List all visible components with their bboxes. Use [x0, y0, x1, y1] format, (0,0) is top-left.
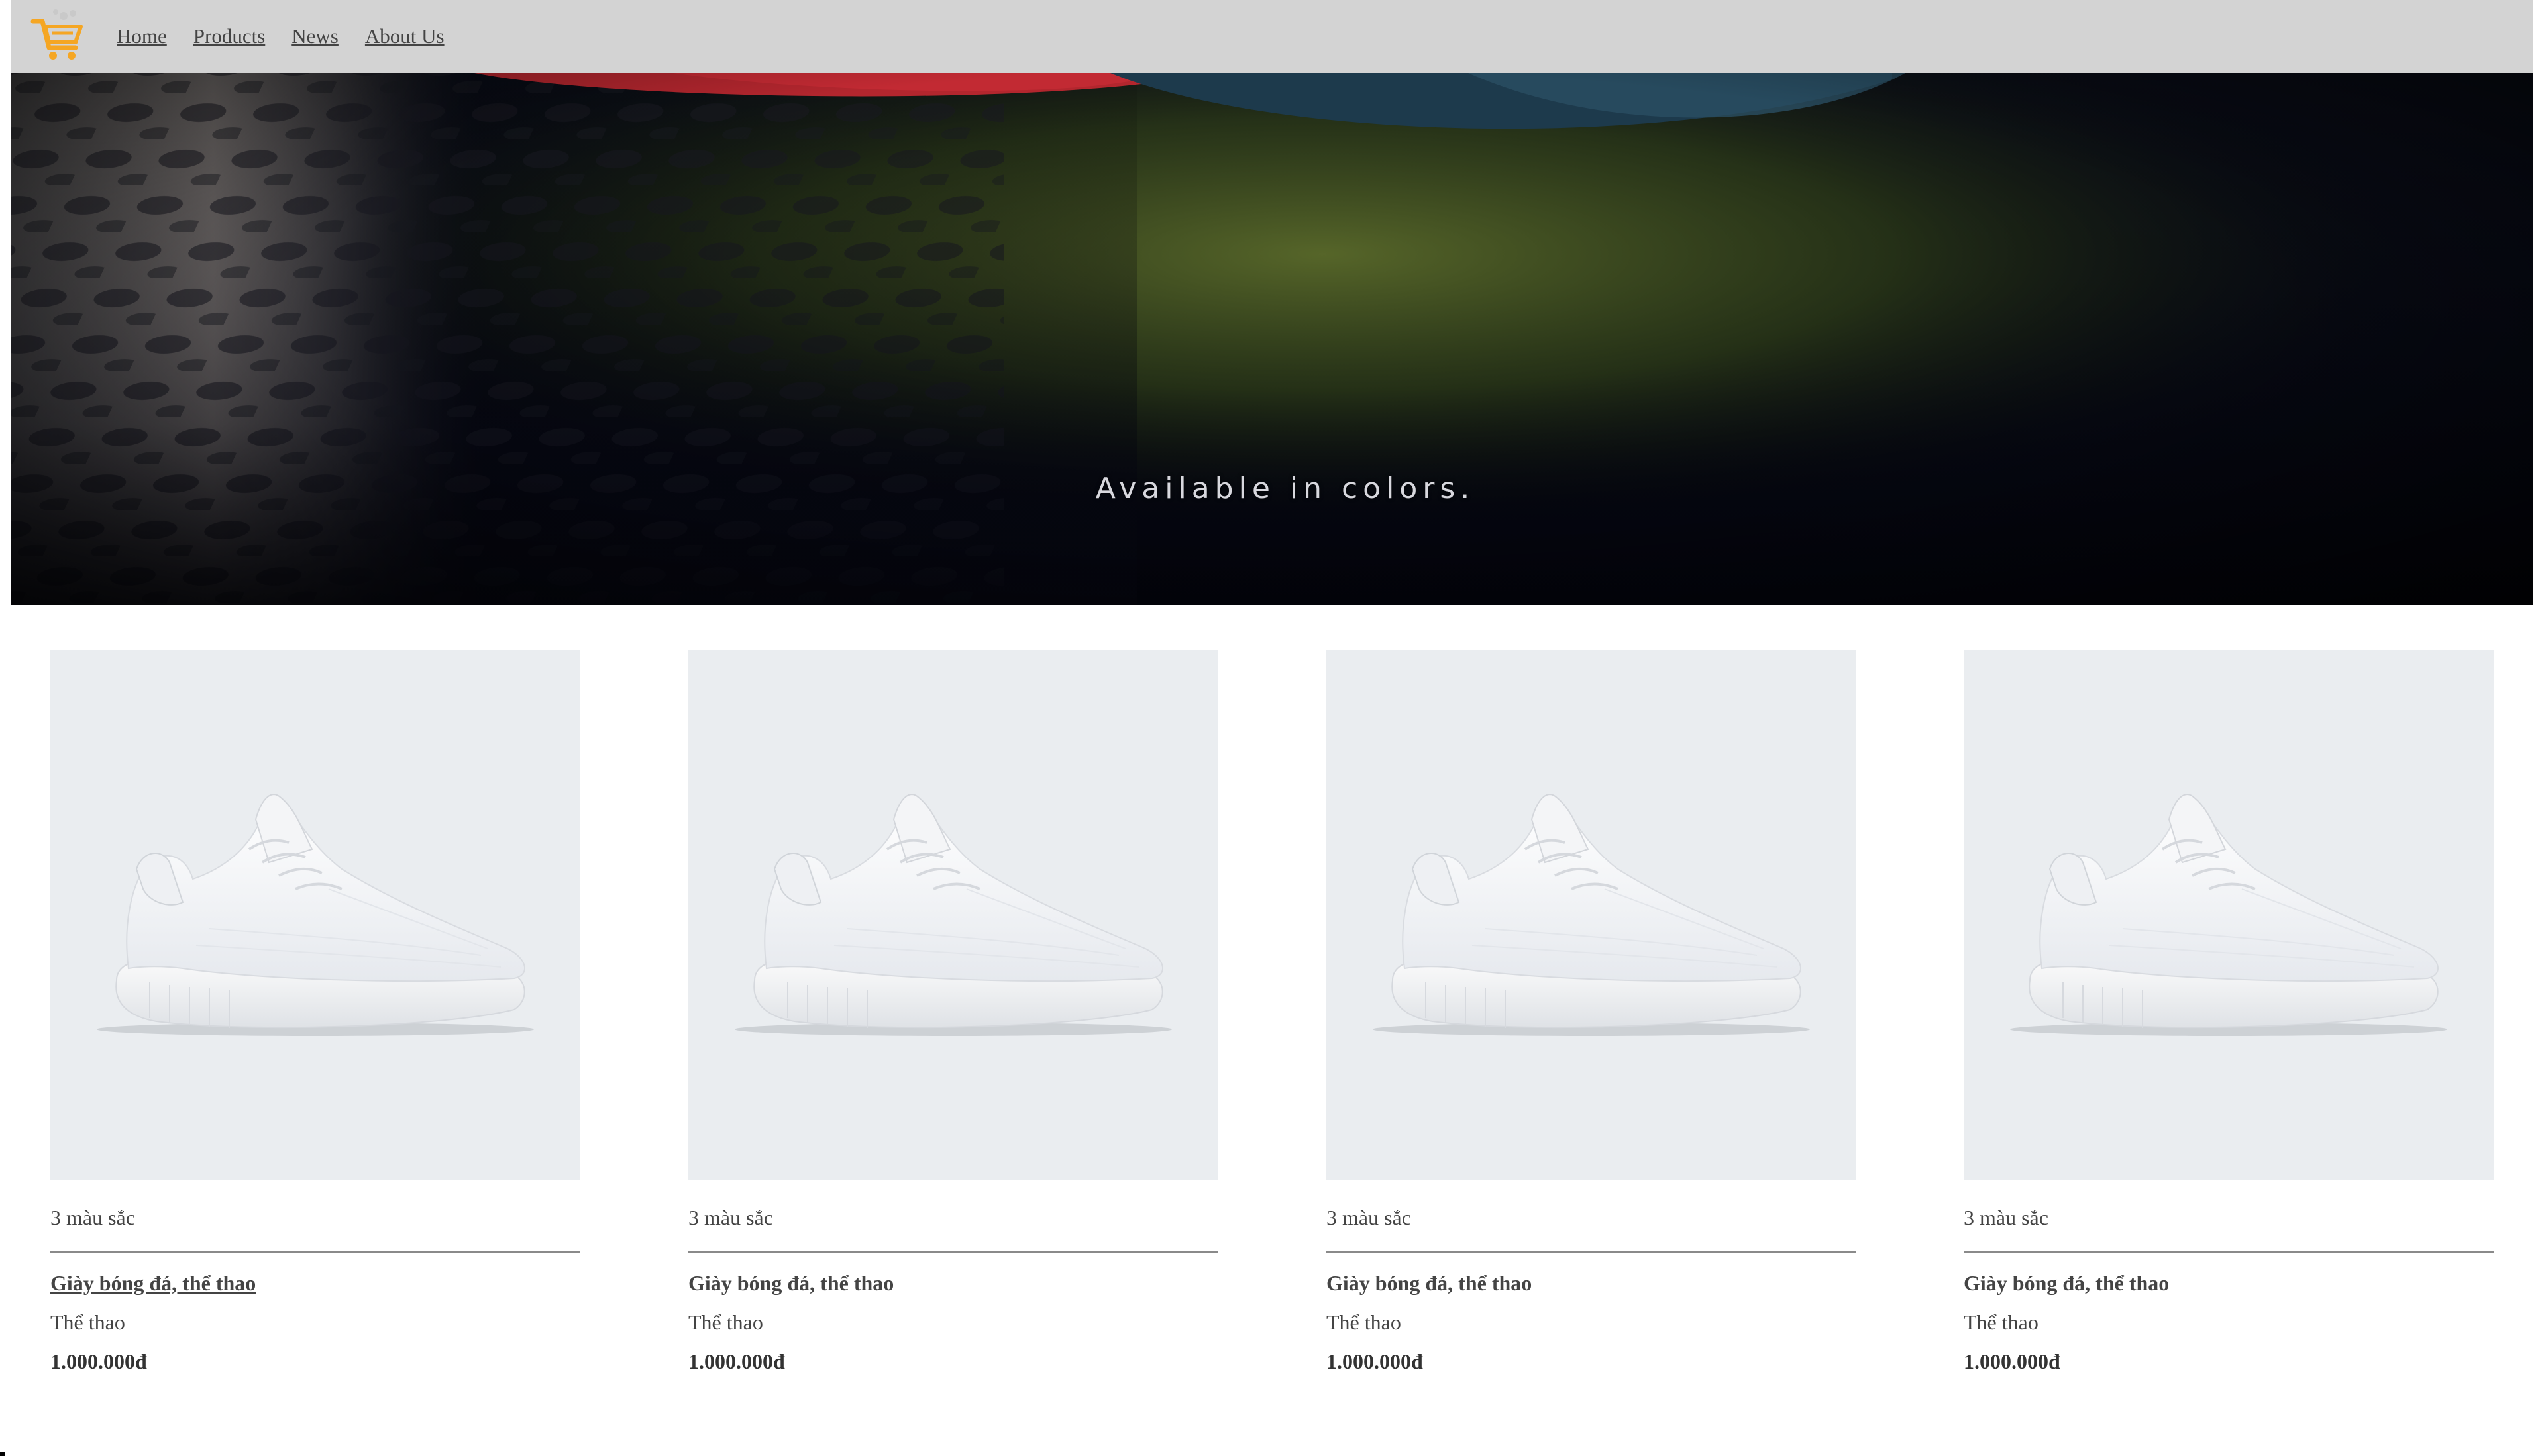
divider — [50, 1251, 580, 1253]
product-colors: 3 màu sắc — [1964, 1206, 2048, 1229]
product-card: 3 màu sắc Giày bóng đá, thể thao Thể tha… — [50, 650, 580, 1374]
product-price: 1.000.000đ — [1326, 1349, 1423, 1373]
product-card: 3 màu sắc Giày bóng đá, thể thao Thể tha… — [1326, 650, 1856, 1374]
product-image[interactable] — [50, 650, 580, 1180]
product-name-link[interactable]: Giày bóng đá, thể thao — [1964, 1271, 2494, 1296]
nav-link-home[interactable]: Home — [117, 25, 167, 48]
product-price: 1.000.000đ — [50, 1349, 147, 1373]
nav-links: Home Products News About Us — [117, 0, 445, 73]
product-image[interactable] — [1964, 650, 2494, 1180]
navbar: Home Products News About Us — [11, 0, 2533, 73]
product-colors: 3 màu sắc — [50, 1206, 135, 1229]
shopping-cart-icon[interactable] — [29, 7, 89, 66]
product-name-link[interactable]: Giày bóng đá, thể thao — [688, 1271, 1218, 1296]
hero-image — [11, 0, 2533, 605]
product-card: 3 màu sắc Giày bóng đá, thể thao Thể tha… — [1964, 650, 2494, 1374]
product-colors: 3 màu sắc — [1326, 1206, 1411, 1229]
nav-link-products[interactable]: Products — [193, 25, 266, 48]
product-category: Thể thao — [688, 1310, 763, 1334]
product-name-link[interactable]: Giày bóng đá, thể thao — [50, 1271, 580, 1296]
product-card: 3 màu sắc Giày bóng đá, thể thao Thể tha… — [688, 650, 1218, 1374]
product-image[interactable] — [688, 650, 1218, 1180]
divider — [688, 1251, 1218, 1253]
product-colors: 3 màu sắc — [688, 1206, 773, 1229]
divider — [1964, 1251, 2494, 1253]
product-category: Thể thao — [1326, 1310, 1401, 1334]
product-price: 1.000.000đ — [1964, 1349, 2060, 1373]
hero-banner: Available in colors. — [11, 0, 2533, 605]
product-category: Thể thao — [1964, 1310, 2039, 1334]
product-price: 1.000.000đ — [688, 1349, 785, 1373]
page: Available in colors. Home Products News … — [0, 0, 2544, 1456]
nav-link-about-us[interactable]: About Us — [365, 25, 445, 48]
divider — [1326, 1251, 1856, 1253]
hero-caption: Available in colors. — [1095, 472, 1475, 505]
product-name-link[interactable]: Giày bóng đá, thể thao — [1326, 1271, 1856, 1296]
nav-link-news[interactable]: News — [292, 25, 339, 48]
product-category: Thể thao — [50, 1310, 125, 1334]
product-image[interactable] — [1326, 650, 1856, 1180]
corner-mark — [0, 1452, 5, 1456]
